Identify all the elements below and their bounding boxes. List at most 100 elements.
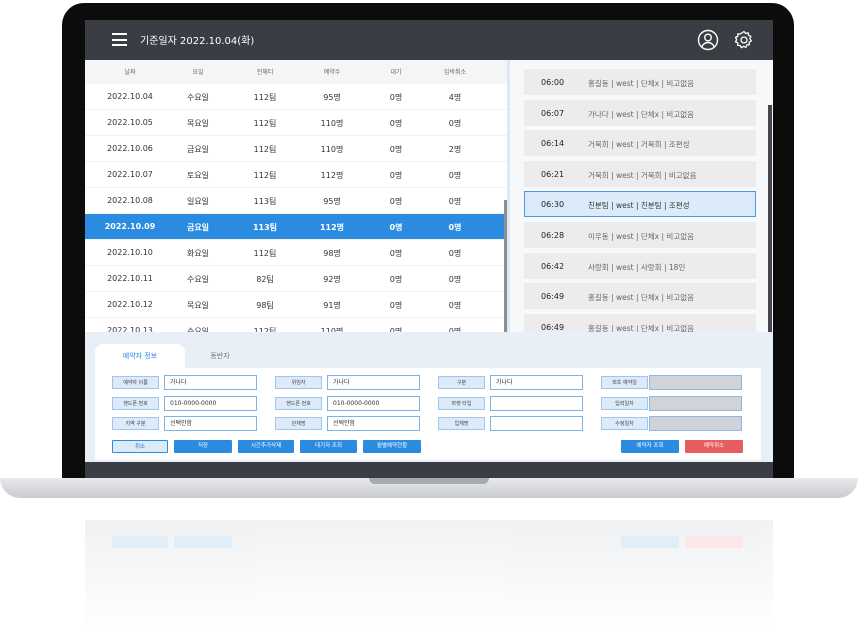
field-label: 입체명: [438, 417, 485, 430]
table-row[interactable]: 2022.10.08 일요일 113팀 95명 0명 0명: [85, 188, 507, 214]
table-cell-day: 목요일: [186, 301, 210, 310]
timeslot-item[interactable]: 06:00 홍길동 | west | 단체x | 비고없음: [524, 69, 756, 95]
timeslot-item[interactable]: 06:42 사랑회 | west | 사랑회 | 18인: [524, 252, 756, 279]
reserver-name-input[interactable]: 가나다: [164, 375, 257, 390]
table-cell-wait: 0명: [389, 145, 403, 154]
phone-input-2[interactable]: 010-0000-0000: [327, 396, 420, 411]
category-input[interactable]: 가나다: [490, 375, 583, 390]
column-header: 대기: [390, 69, 402, 76]
input-date: [649, 396, 742, 411]
table-cell-cancel: 0명: [448, 223, 462, 232]
delegate-input[interactable]: 가나다: [327, 375, 420, 390]
timeslot-details: 가나다 | west | 단체x | 비고없음: [588, 109, 695, 119]
table-cell-day: 금요일: [186, 145, 210, 154]
reflection-mark: [112, 536, 168, 548]
table-cell-cancel: 0명: [448, 197, 462, 206]
reflection-mark: [174, 536, 232, 548]
timeslot-time: 06:28: [541, 230, 565, 240]
tab-reserver-info[interactable]: 예약자 정보: [95, 344, 185, 368]
table-cell-date: 2022.10.06: [107, 144, 153, 153]
hamburger-menu-icon[interactable]: [112, 33, 127, 46]
field-label: 단체명: [275, 417, 322, 430]
waiting-list-button[interactable]: 대기자 조회: [300, 440, 357, 453]
table-cell-tee: 113팀: [253, 197, 277, 206]
table-cell-tee: 112팀: [253, 249, 277, 258]
table-row[interactable]: 2022.10.05 목요일 112팀 110명 0명 0명: [85, 110, 507, 136]
table-cell-date: 2022.10.12: [107, 300, 153, 309]
bottom-bar: [85, 462, 773, 478]
field-label: 지역 구분: [112, 417, 159, 430]
reserver-search-button[interactable]: 예약자 조회: [621, 440, 679, 453]
table-row[interactable]: 2022.10.04 수요일 112팀 95명 0명 4명: [85, 84, 507, 110]
table-cell-tee: 112팀: [253, 171, 277, 180]
field-label: 핸드폰 번호: [275, 397, 322, 410]
table-row[interactable]: 2022.10.10 화요일 112팀 98명 0명 0명: [85, 240, 507, 266]
reflection-mark: [685, 536, 743, 548]
timeslot-item[interactable]: 06:28 이우동 | west | 단체x | 비고없음: [524, 221, 756, 248]
market-type-input[interactable]: [490, 396, 583, 411]
table-cell-res: 95명: [323, 93, 341, 102]
table-cell-cancel: 4명: [448, 93, 462, 102]
save-button[interactable]: 저장: [174, 440, 232, 453]
table-cell-wait: 0명: [389, 119, 403, 128]
timeslot-time: 06:42: [541, 261, 565, 271]
table-cell-tee: 113팀: [252, 223, 278, 232]
table-cell-date: 2022.10.07: [107, 170, 153, 179]
table-row[interactable]: 2022.10.07 토요일 112팀 112명 0명 0명: [85, 162, 507, 188]
table-row[interactable]: 2022.10.09 금요일 113팀 112명 0명 0명: [85, 214, 507, 240]
table-cell-tee: 82팀: [256, 275, 274, 284]
field-label: 핸드폰 번호: [112, 397, 159, 410]
timeslot-scrollbar[interactable]: [768, 105, 772, 350]
table-row[interactable]: 2022.10.12 목요일 98팀 91명 0명 0명: [85, 292, 507, 318]
timeslot-item[interactable]: 06:30 친분팀 | west | 친분팀 | 조편성: [524, 191, 756, 218]
phone-input[interactable]: 010-0000-0000: [164, 396, 257, 411]
user-circle-icon[interactable]: [697, 29, 719, 51]
timeslot-item[interactable]: 06:14 거북희 | west | 거북희 | 조편성: [524, 130, 756, 157]
timeslot-details: 거북희 | west | 거북희 | 비고없음: [588, 170, 697, 180]
table-cell-date: 2022.10.09: [104, 222, 156, 231]
timeslot-list: 06:00 홍길동 | west | 단체x | 비고없음 06:07 가나다 | w…: [524, 69, 756, 344]
timeslot-item[interactable]: 06:07 가나다 | west | 단체x | 비고없음: [524, 99, 756, 126]
reservation-form-panel: 예약자 정보 동반자 예약자 이름 가나다 핸드폰 번호 010-0000-00…: [85, 332, 773, 462]
table-cell-res: 95명: [323, 197, 341, 206]
table-cell-tee: 112팀: [253, 93, 277, 102]
timeslot-details: 친분팀 | west | 친분팀 | 조편성: [588, 201, 690, 211]
table-cell-res: 92명: [323, 275, 341, 284]
timeslot-time: 06:30: [541, 200, 565, 210]
table-cell-tee: 98팀: [256, 301, 274, 310]
group-select[interactable]: 선택안함: [327, 416, 420, 431]
column-header: 날짜: [124, 69, 136, 76]
timeslot-details: 홍길동 | west | 단체x | 비고없음: [588, 79, 695, 88]
cancel-button[interactable]: 취소: [112, 440, 168, 453]
timeslot-item[interactable]: 06:21 거북희 | west | 거북희 | 비고없음: [524, 160, 756, 187]
time-add-delete-button[interactable]: 시간추가삭제: [238, 440, 294, 453]
field-label: 수정일자: [601, 417, 648, 430]
monthly-status-button[interactable]: 월별예약현황: [363, 440, 421, 453]
table-cell-date: 2022.10.08: [107, 196, 153, 205]
table-row[interactable]: 2022.10.11 수요일 82팀 92명 0명 0명: [85, 266, 507, 292]
table-row[interactable]: 2022.10.06 금요일 112팀 110명 0명 2명: [85, 136, 507, 162]
gear-icon[interactable]: [733, 29, 755, 51]
app-screen: 기준일자 2022.10.04(화) 날짜 요일 전체티 예약수 대기 임박취소…: [85, 20, 773, 478]
table-cell-wait: 0명: [389, 275, 403, 284]
timeslot-time: 06:21: [541, 169, 565, 179]
timeslot-item[interactable]: 06:49 홍길동 | west | 단체x | 비고없음: [524, 283, 756, 310]
reservation-cancel-button[interactable]: 예약취소: [685, 440, 743, 453]
table-cell-wait: 0명: [389, 223, 403, 232]
page-title: 기준일자 2022.10.04(화): [140, 36, 255, 47]
table-cell-res: 112명: [320, 171, 344, 180]
region-select[interactable]: 선택안함: [164, 416, 257, 431]
company-input[interactable]: [490, 416, 583, 431]
table-cell-tee: 112팀: [253, 145, 277, 154]
tab-companion[interactable]: 동반자: [190, 344, 250, 368]
table-cell-cancel: 0명: [448, 275, 462, 284]
table-header: 날짜 요일 전체티 예약수 대기 임박취소: [85, 60, 507, 84]
field-label: 마켓 타입: [438, 397, 485, 410]
table-body: 2022.10.04 수요일 112팀 95명 0명 4명 2022.10.05 목요일 112…: [85, 84, 507, 344]
table-cell-res: 91명: [323, 301, 341, 310]
modified-date: [649, 416, 742, 431]
field-label: 최초 예약일: [601, 376, 648, 389]
table-cell-date: 2022.10.05: [107, 118, 153, 127]
screen-reflection: [85, 520, 773, 630]
column-header: 요일: [192, 69, 204, 76]
